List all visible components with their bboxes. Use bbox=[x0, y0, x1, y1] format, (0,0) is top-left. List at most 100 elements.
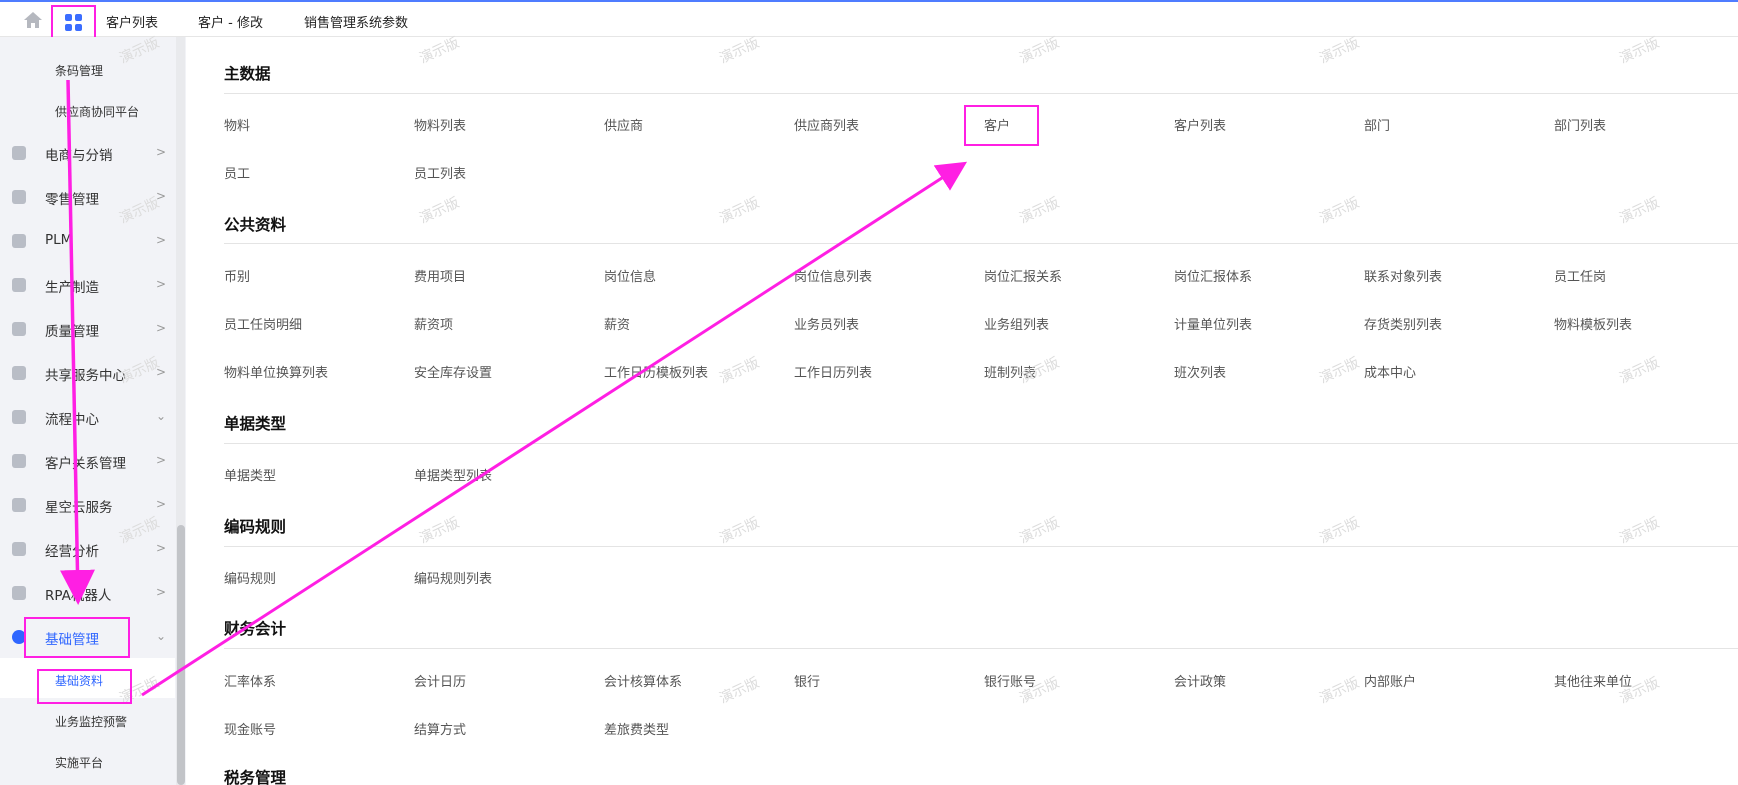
sidebar-item-label: 客户关系管理 bbox=[45, 456, 126, 472]
link-internal-account[interactable]: 内部账户 bbox=[1364, 671, 1416, 690]
link-position-info-list[interactable]: 岗位信息列表 bbox=[794, 266, 872, 285]
sidebar-item-quality[interactable]: 质量管理 > bbox=[0, 314, 175, 344]
sidebar-item-ecommerce[interactable]: 电商与分销 > bbox=[0, 138, 175, 168]
top-bar: 客户列表 客户 - 修改 销售管理系统参数 bbox=[0, 0, 1738, 39]
link-employee-list[interactable]: 员工列表 bbox=[414, 163, 466, 182]
section-divider bbox=[224, 443, 1738, 444]
link-settlement-method[interactable]: 结算方式 bbox=[414, 719, 466, 738]
chevron-right-icon: > bbox=[156, 145, 167, 159]
chart-icon bbox=[12, 542, 26, 556]
link-accounting-system[interactable]: 会计核算体系 bbox=[604, 671, 682, 690]
sidebar-subitem-implementation[interactable]: 实施平台 bbox=[55, 754, 103, 771]
chevron-right-icon: > bbox=[156, 585, 167, 599]
link-salary-item[interactable]: 薪资项 bbox=[414, 314, 453, 333]
link-cost-center[interactable]: 成本中心 bbox=[1364, 362, 1416, 381]
sidebar-item-cloud-service[interactable]: 星空云服务 > bbox=[0, 490, 175, 520]
link-bank[interactable]: 银行 bbox=[794, 671, 820, 690]
sidebar-item-analytics[interactable]: 经营分析 > bbox=[0, 534, 175, 564]
chevron-right-icon: > bbox=[156, 453, 167, 467]
link-salesperson-list[interactable]: 业务员列表 bbox=[794, 314, 859, 333]
apps-menu-button[interactable] bbox=[51, 5, 96, 39]
link-supplier[interactable]: 供应商 bbox=[604, 115, 643, 134]
sidebar-item-label: 基础管理 bbox=[45, 632, 99, 648]
link-sales-group-list[interactable]: 业务组列表 bbox=[984, 314, 1049, 333]
factory-icon bbox=[12, 278, 26, 292]
sidebar-item-plm[interactable]: PLM > bbox=[0, 226, 175, 256]
robot-icon bbox=[12, 586, 26, 600]
link-position-report-system[interactable]: 岗位汇报体系 bbox=[1174, 266, 1252, 285]
sidebar-item-manufacturing[interactable]: 生产制造 > bbox=[0, 270, 175, 300]
tab-sales-params[interactable]: 销售管理系统参数 bbox=[304, 12, 408, 31]
sidebar-item-label: 共享服务中心 bbox=[45, 368, 126, 384]
link-document-type-list[interactable]: 单据类型列表 bbox=[414, 465, 492, 484]
link-coding-rule[interactable]: 编码规则 bbox=[224, 568, 276, 587]
section-title-document-type: 单据类型 bbox=[224, 415, 287, 433]
link-cash-account[interactable]: 现金账号 bbox=[224, 719, 276, 738]
link-exchange-rate-system[interactable]: 汇率体系 bbox=[224, 671, 276, 690]
chevron-down-icon: ⌄ bbox=[156, 409, 167, 423]
sidebar-scrollbar-thumb[interactable] bbox=[177, 525, 185, 785]
section-title-tax-management: 税务管理 bbox=[224, 769, 287, 785]
link-work-calendar-list[interactable]: 工作日历列表 bbox=[794, 362, 872, 381]
link-contact-list[interactable]: 联系对象列表 bbox=[1364, 266, 1442, 285]
link-customer[interactable]: 客户 bbox=[984, 115, 1010, 134]
link-shift-list[interactable]: 班次列表 bbox=[1174, 362, 1226, 381]
link-document-type[interactable]: 单据类型 bbox=[224, 465, 276, 484]
link-bank-account[interactable]: 银行账号 bbox=[984, 671, 1036, 690]
chevron-right-icon: > bbox=[156, 189, 167, 203]
link-department-list[interactable]: 部门列表 bbox=[1554, 115, 1606, 134]
link-position-info[interactable]: 岗位信息 bbox=[604, 266, 656, 285]
link-other-units[interactable]: 其他往来单位 bbox=[1554, 671, 1632, 690]
apps-grid-icon bbox=[65, 13, 82, 31]
layers-icon bbox=[12, 190, 26, 204]
link-position-report-relation[interactable]: 岗位汇报关系 bbox=[984, 266, 1062, 285]
link-accounting-policy[interactable]: 会计政策 bbox=[1174, 671, 1226, 690]
sidebar-item-crm[interactable]: 客户关系管理 > bbox=[0, 446, 175, 476]
home-icon[interactable] bbox=[23, 11, 43, 29]
sidebar-item-shared-service[interactable]: 共享服务中心 > bbox=[0, 358, 175, 388]
sidebar-item-label: 零售管理 bbox=[45, 192, 99, 208]
sidebar-item-process-center[interactable]: 流程中心 ⌄ bbox=[0, 402, 175, 432]
tab-customer-edit[interactable]: 客户 - 修改 bbox=[198, 12, 263, 31]
link-department[interactable]: 部门 bbox=[1364, 115, 1390, 134]
link-travel-expense-type[interactable]: 差旅费类型 bbox=[604, 719, 669, 738]
sidebar-subitem-supplier-platform[interactable]: 供应商协同平台 bbox=[55, 103, 139, 120]
link-customer-list[interactable]: 客户列表 bbox=[1174, 115, 1226, 134]
link-shift-system-list[interactable]: 班制列表 bbox=[984, 362, 1036, 381]
link-inventory-category-list[interactable]: 存货类别列表 bbox=[1364, 314, 1442, 333]
link-supplier-list[interactable]: 供应商列表 bbox=[794, 115, 859, 134]
sidebar-item-retail[interactable]: 零售管理 > bbox=[0, 182, 175, 212]
sidebar-item-rpa[interactable]: RPA机器人 > bbox=[0, 578, 175, 608]
sidebar-subitem-barcode[interactable]: 条码管理 bbox=[55, 62, 103, 79]
link-coding-rule-list[interactable]: 编码规则列表 bbox=[414, 568, 492, 587]
sidebar-subitem-basic-data[interactable]: 基础资料 bbox=[55, 672, 103, 689]
link-salary[interactable]: 薪资 bbox=[604, 314, 630, 333]
flow-icon bbox=[12, 410, 26, 424]
shield-icon bbox=[12, 322, 26, 336]
link-work-calendar-template-list[interactable]: 工作日历模板列表 bbox=[604, 362, 708, 381]
link-employee-position[interactable]: 员工任岗 bbox=[1554, 266, 1606, 285]
link-accounting-calendar[interactable]: 会计日历 bbox=[414, 671, 466, 690]
section-title-financial-accounting: 财务会计 bbox=[224, 620, 287, 638]
contact-icon bbox=[12, 454, 26, 468]
tab-customer-list[interactable]: 客户列表 bbox=[106, 12, 158, 31]
link-unit-list[interactable]: 计量单位列表 bbox=[1174, 314, 1252, 333]
link-expense-item[interactable]: 费用项目 bbox=[414, 266, 466, 285]
link-unit-conversion-list[interactable]: 物料单位换算列表 bbox=[224, 362, 328, 381]
link-material-list[interactable]: 物料列表 bbox=[414, 115, 466, 134]
link-material-template-list[interactable]: 物料模板列表 bbox=[1554, 314, 1632, 333]
section-title-public-data: 公共资料 bbox=[224, 216, 287, 234]
chevron-right-icon: > bbox=[156, 277, 167, 291]
link-currency[interactable]: 币别 bbox=[224, 266, 250, 285]
link-employee-position-detail[interactable]: 员工任岗明细 bbox=[224, 314, 302, 333]
sidebar-item-basic-management[interactable]: 基础管理 ⌄ bbox=[0, 622, 175, 652]
chevron-right-icon: > bbox=[156, 365, 167, 379]
link-employee[interactable]: 员工 bbox=[224, 163, 250, 182]
chevron-right-icon: > bbox=[156, 497, 167, 511]
chevron-down-icon: ⌄ bbox=[156, 629, 167, 643]
section-title-coding-rules: 编码规则 bbox=[224, 518, 287, 536]
link-material[interactable]: 物料 bbox=[224, 115, 250, 134]
sidebar-item-label: 经营分析 bbox=[45, 544, 99, 560]
sidebar-subitem-business-monitor[interactable]: 业务监控预警 bbox=[55, 713, 127, 730]
link-safety-stock[interactable]: 安全库存设置 bbox=[414, 362, 492, 381]
